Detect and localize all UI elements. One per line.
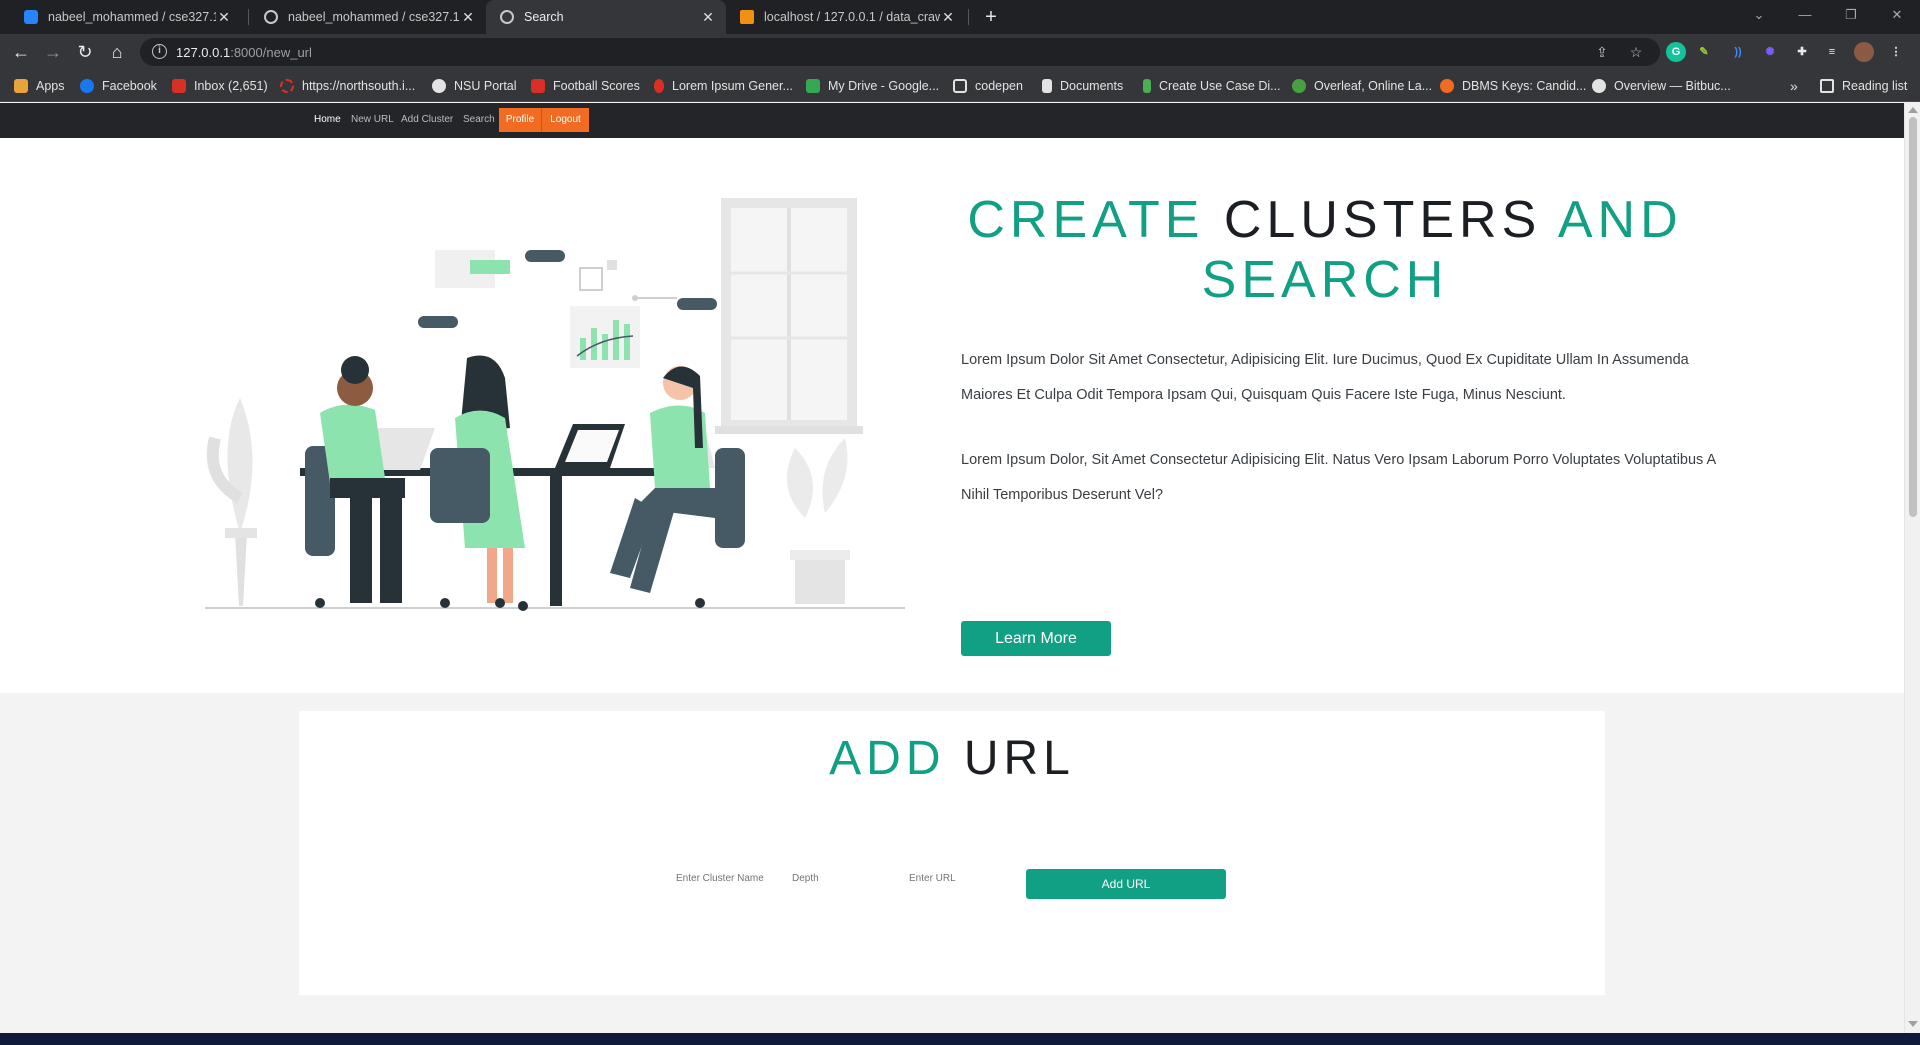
globe-icon <box>432 79 446 93</box>
cluster-name-input[interactable] <box>676 869 766 889</box>
site-info-icon[interactable]: i <box>152 44 167 59</box>
football-scores-icon <box>531 79 545 93</box>
bookmark-inbox[interactable]: Inbox (2,651) <box>172 77 268 95</box>
bitbucket-icon <box>24 10 38 24</box>
tab-title: Search <box>524 10 564 24</box>
new-tab-button[interactable]: + <box>978 5 1004 29</box>
reading-list-icon <box>1820 79 1834 93</box>
bookmark-football-scores[interactable]: Football Scores <box>531 77 640 95</box>
bookmarks-bar: Apps Facebook Inbox (2,651) https://nort… <box>0 70 1920 102</box>
bookmark-use-case[interactable]: Create Use Case Di... <box>1143 77 1281 95</box>
bookmark-documents[interactable]: Documents <box>1042 77 1123 95</box>
gear-extension-icon[interactable]: ✺ <box>1760 42 1780 62</box>
profile-avatar[interactable] <box>1854 42 1874 62</box>
bookmark-northsouth[interactable]: https://northsouth.i... <box>280 77 415 95</box>
nav-search[interactable]: Search <box>463 114 495 125</box>
nav-logout-button[interactable]: Logout <box>541 108 589 132</box>
bookmark-apps[interactable]: Apps <box>14 77 65 95</box>
extensions-puzzle-icon[interactable]: ✚ <box>1792 42 1812 62</box>
tab-title: nabeel_mohammed / cse327.1.9 <box>48 10 216 24</box>
diagram-icon <box>1143 79 1151 93</box>
team-meeting-illustration <box>205 198 905 611</box>
page-scrollbar[interactable] <box>1904 103 1920 1033</box>
depth-input[interactable] <box>792 869 882 889</box>
gmail-icon <box>172 79 186 93</box>
hero-section: CREATE CLUSTERS AND SEARCH Lorem Ipsum D… <box>0 138 1904 693</box>
os-taskbar <box>0 1033 1920 1045</box>
grammarly-icon[interactable]: G <box>1666 42 1686 62</box>
globe-icon <box>264 10 278 24</box>
browser-tab[interactable]: localhost / 127.0.0.1 / data_crawl ✕ <box>726 0 966 34</box>
tab-search-icon[interactable]: ⌄ <box>1736 0 1782 34</box>
close-tab-icon[interactable]: ✕ <box>700 9 716 26</box>
bookmark-overleaf[interactable]: Overleaf, Online La... <box>1292 77 1432 95</box>
minimize-button[interactable]: — <box>1782 0 1828 34</box>
url-input[interactable] <box>909 869 1009 889</box>
add-url-title: ADD URL <box>829 732 1075 785</box>
close-tab-icon[interactable]: ✕ <box>940 9 956 26</box>
bookmark-bitbucket-overview[interactable]: Overview — Bitbuc... <box>1592 77 1731 95</box>
google-drive-icon <box>806 79 820 93</box>
add-url-button[interactable]: Add URL <box>1026 869 1226 899</box>
hero-title: CREATE CLUSTERS AND SEARCH <box>967 191 1683 309</box>
phpmyadmin-icon <box>740 10 754 24</box>
nav-profile-button[interactable]: Profile <box>499 108 541 132</box>
lorem-ipsum-icon <box>654 79 664 93</box>
loading-ring-icon <box>280 79 294 93</box>
bookmark-dbms-keys[interactable]: DBMS Keys: Candid... <box>1440 77 1586 95</box>
browser-tab[interactable]: nabeel_mohammed / cse327.1.9 ✕ <box>10 0 242 34</box>
forward-button[interactable]: → <box>40 40 66 64</box>
github-icon <box>1592 79 1606 93</box>
apps-grid-icon <box>14 79 28 93</box>
dbms-icon <box>1440 79 1454 93</box>
nav-add-cluster[interactable]: Add Cluster <box>401 114 453 125</box>
page-viewport: Home New URL Add Cluster Search Profile … <box>0 103 1904 1033</box>
reading-list-button[interactable]: Reading list <box>1820 77 1907 95</box>
tab-title: localhost / 127.0.0.1 / data_crawl <box>764 10 940 24</box>
close-tab-icon[interactable]: ✕ <box>460 9 476 26</box>
address-bar[interactable]: i 127.0.0.1:8000/new_url ⇪ ☆ <box>140 38 1660 66</box>
hero-paragraph-1: Lorem Ipsum Dolor Sit Amet Consectetur, … <box>961 352 1689 403</box>
bookmarks-overflow-button[interactable]: » <box>1790 77 1798 95</box>
overleaf-icon <box>1292 79 1306 93</box>
restore-button[interactable]: ❐ <box>1828 0 1874 34</box>
codepen-icon <box>953 79 967 93</box>
bookmark-google-drive[interactable]: My Drive - Google... <box>806 77 939 95</box>
nav-new-url[interactable]: New URL <box>351 114 394 125</box>
scroll-up-arrow-icon[interactable] <box>1908 107 1918 113</box>
close-tab-icon[interactable]: ✕ <box>216 9 232 26</box>
page-bottom-strip <box>0 1018 1904 1033</box>
add-url-section: ADD URL Add URL <box>299 711 1605 995</box>
documents-icon <box>1042 79 1052 93</box>
home-button[interactable]: ⌂ <box>104 40 130 64</box>
bookmark-lorem-ipsum[interactable]: Lorem Ipsum Gener... <box>654 77 793 95</box>
bookmark-star-icon[interactable]: ☆ <box>1626 43 1646 61</box>
reload-button[interactable]: ↻ <box>72 40 98 64</box>
scroll-down-arrow-icon[interactable] <box>1908 1021 1918 1027</box>
facebook-icon <box>80 79 94 93</box>
wave-extension-icon[interactable]: )) <box>1728 42 1748 62</box>
bookmark-facebook[interactable]: Facebook <box>80 77 157 95</box>
browser-tab[interactable]: nabeel_mohammed / cse327.1.9 ✕ <box>250 0 486 34</box>
tab-title: nabeel_mohammed / cse327.1.9 <box>288 10 460 24</box>
back-button[interactable]: ← <box>8 40 34 64</box>
hero-paragraph-2: Lorem Ipsum Dolor, Sit Amet Consectetur … <box>961 452 1716 503</box>
globe-icon <box>500 10 514 24</box>
pen-extension-icon[interactable]: ✎ <box>1694 42 1714 62</box>
share-icon[interactable]: ⇪ <box>1592 43 1612 61</box>
menu-kebab-icon[interactable]: ⋮ <box>1886 42 1906 62</box>
bookmark-codepen[interactable]: codepen <box>953 77 1023 95</box>
browser-tab-bar: nabeel_mohammed / cse327.1.9 ✕ nabeel_mo… <box>0 0 1920 34</box>
close-window-button[interactable]: ✕ <box>1874 0 1920 34</box>
browser-tab-active[interactable]: Search ✕ <box>486 0 726 34</box>
bookmark-nsu-portal[interactable]: NSU Portal <box>432 77 517 95</box>
scrollbar-thumb[interactable] <box>1909 117 1917 517</box>
learn-more-button[interactable]: Learn More <box>961 621 1111 656</box>
nav-home[interactable]: Home <box>314 114 341 125</box>
browser-toolbar: ← → ↻ ⌂ i 127.0.0.1:8000/new_url ⇪ ☆ G ✎… <box>0 34 1920 70</box>
media-list-icon[interactable]: ≡ <box>1822 42 1842 62</box>
site-navbar: Home New URL Add Cluster Search Profile … <box>0 103 1904 138</box>
address-url[interactable]: 127.0.0.1:8000/new_url <box>176 45 312 60</box>
